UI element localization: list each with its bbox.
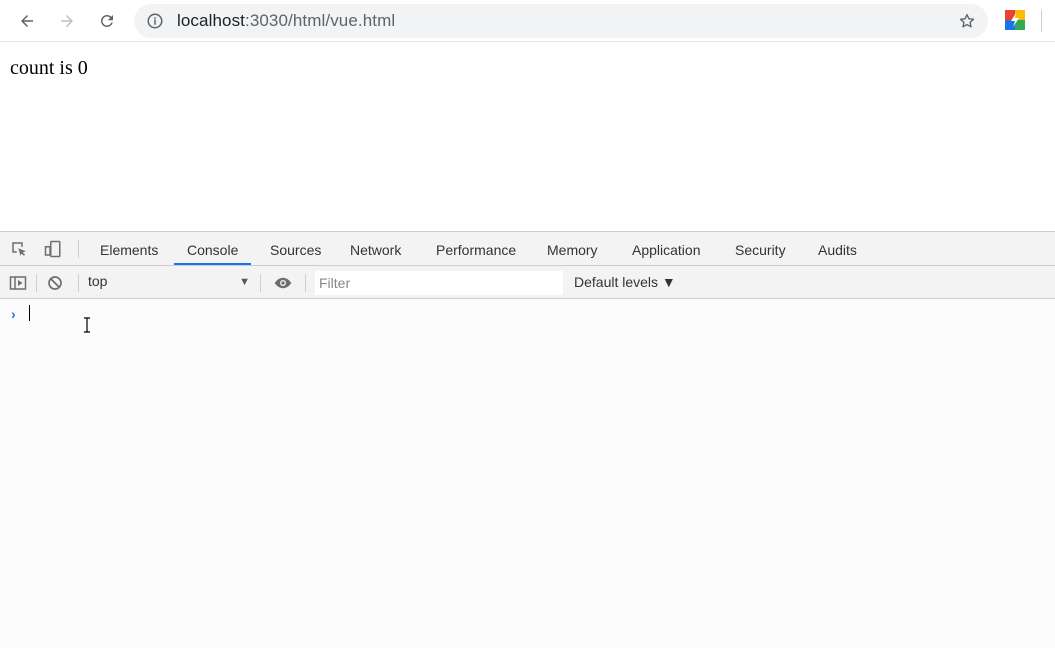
toolbar-separator xyxy=(36,274,37,292)
bookmark-star-icon[interactable] xyxy=(958,12,976,30)
tab-audits[interactable]: Audits xyxy=(818,232,857,265)
device-toolbar-icon[interactable] xyxy=(44,240,62,258)
inspect-element-icon[interactable] xyxy=(10,240,28,258)
context-value: top xyxy=(88,273,108,289)
page-viewport: count is 0 xyxy=(0,43,1055,231)
console-output[interactable]: › xyxy=(0,300,1055,648)
toolbar-divider xyxy=(1041,10,1042,32)
console-prompt-icon: › xyxy=(11,306,16,322)
tab-console[interactable]: Console xyxy=(174,232,252,265)
toolbar-separator xyxy=(78,274,79,292)
reload-icon xyxy=(100,14,113,27)
url-host: localhost xyxy=(177,11,245,30)
info-icon[interactable] xyxy=(146,12,164,30)
tab-sources[interactable]: Sources xyxy=(270,232,321,265)
toolbar-separator xyxy=(305,274,306,292)
tab-performance[interactable]: Performance xyxy=(436,232,516,265)
arrow-left-icon xyxy=(21,15,33,27)
devtools-tab-bar: Elements Console Sources Network Perform… xyxy=(0,232,1055,266)
devtools-panel: Elements Console Sources Network Perform… xyxy=(0,231,1055,647)
tab-network[interactable]: Network xyxy=(350,232,401,265)
live-expression-eye-icon[interactable] xyxy=(272,274,294,292)
text-caret xyxy=(29,305,30,321)
ibeam-cursor-icon xyxy=(84,317,90,333)
tab-bar-separator xyxy=(78,240,79,258)
url-path: :3030/html/vue.html xyxy=(245,11,396,30)
tab-security[interactable]: Security xyxy=(735,232,786,265)
dropdown-caret-icon: ▼ xyxy=(239,276,250,288)
console-toolbar: top ▼ Default levels ▼ xyxy=(0,266,1055,299)
count-text: count is 0 xyxy=(10,57,88,79)
tab-memory[interactable]: Memory xyxy=(547,232,598,265)
url-text[interactable]: localhost:3030/html/vue.html xyxy=(177,11,395,31)
tab-application[interactable]: Application xyxy=(632,232,701,265)
context-selector[interactable]: top ▼ xyxy=(88,273,250,293)
reload-button[interactable] xyxy=(95,9,119,33)
arrow-right-icon xyxy=(61,15,73,27)
filter-input[interactable] xyxy=(315,271,563,295)
clear-console-icon[interactable] xyxy=(46,274,64,292)
log-levels-dropdown[interactable]: Default levels ▼ xyxy=(574,274,676,290)
back-button[interactable] xyxy=(15,9,39,33)
tab-elements[interactable]: Elements xyxy=(100,232,158,265)
forward-button[interactable] xyxy=(55,9,79,33)
toolbar-separator xyxy=(260,274,261,292)
browser-toolbar: localhost:3030/html/vue.html xyxy=(0,0,1055,42)
address-bar[interactable]: localhost:3030/html/vue.html xyxy=(134,4,988,38)
extension-icon[interactable] xyxy=(1005,10,1025,30)
sidebar-toggle-icon[interactable] xyxy=(9,274,27,292)
